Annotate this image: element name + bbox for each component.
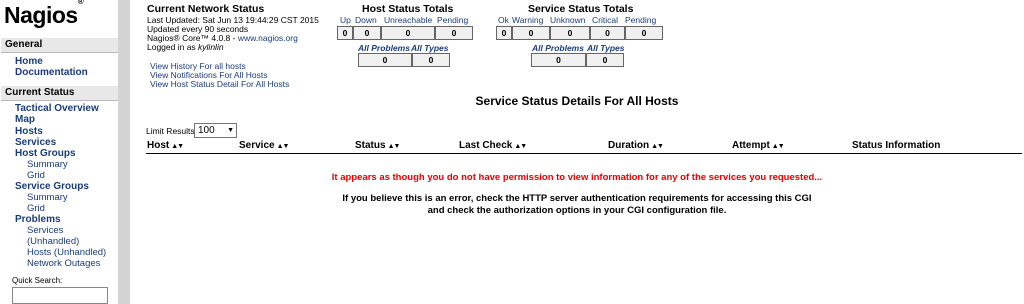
nagios-logo[interactable]: Nagios® [4, 0, 84, 29]
service-header-all-types[interactable]: All Types [587, 43, 624, 53]
nav-home[interactable]: Home [15, 56, 43, 67]
nagios-site-link[interactable]: www.nagios.org [238, 33, 298, 43]
host-header-all-types[interactable]: All Types [411, 43, 448, 53]
username: kylinlin [198, 42, 224, 52]
nav-map[interactable]: Map [15, 114, 35, 125]
sort-arrows-icon[interactable]: ▲▼ [171, 143, 184, 150]
network-status-title: Current Network Status [147, 3, 265, 15]
host-header-unreachable[interactable]: Unreachable [384, 15, 432, 25]
service-header-unknown[interactable]: Unknown [550, 15, 585, 25]
nav-service-groups-grid[interactable]: Grid [27, 203, 45, 214]
nav-host-groups-summary[interactable]: Summary [27, 159, 68, 170]
host-value-up[interactable]: 0 [337, 26, 353, 40]
main-content: Current Network Status Last Updated: Sat… [130, 0, 1024, 304]
sidebar: Nagios® General Home Documentation Curre… [0, 0, 118, 304]
error-help-line-2: and check the authorization options in y… [427, 205, 727, 216]
host-header-up[interactable]: Up [340, 15, 351, 25]
chevron-down-icon: ▼ [227, 127, 234, 134]
column-host: Host ▲▼ [147, 140, 184, 151]
sort-arrows-icon[interactable]: ▲▼ [651, 143, 664, 150]
sort-arrows-icon[interactable]: ▲▼ [772, 143, 785, 150]
column-attempt: Attempt ▲▼ [732, 140, 785, 151]
service-header-all-problems[interactable]: All Problems [532, 43, 584, 53]
nav-header-current-status: Current Status [1, 86, 118, 101]
limit-results-label: Limit Results: [146, 126, 198, 136]
nav-problems[interactable]: Problems [15, 214, 61, 225]
host-header-all-problems[interactable]: All Problems [358, 43, 410, 53]
host-value-all-types[interactable]: 0 [412, 53, 450, 67]
nav-service-groups[interactable]: Service Groups [15, 181, 89, 192]
nav-tactical-overview[interactable]: Tactical Overview [15, 103, 99, 114]
host-totals-title: Host Status Totals [362, 3, 454, 15]
host-value-unreachable[interactable]: 0 [381, 26, 435, 40]
service-header-ok[interactable]: Ok [498, 15, 509, 25]
sidebar-divider [118, 0, 130, 304]
limit-results-select[interactable]: 100 ▼ [194, 123, 237, 138]
service-value-all-problems[interactable]: 0 [531, 53, 586, 67]
nav-host-groups[interactable]: Host Groups [15, 148, 76, 159]
logged-in-info: Logged in as kylinlin [147, 42, 224, 52]
nav-services[interactable]: Services [15, 137, 56, 148]
nav-problems-network-outages[interactable]: Network Outages [27, 258, 100, 269]
nav-documentation[interactable]: Documentation [15, 67, 88, 78]
sort-arrows-icon[interactable]: ▲▼ [277, 143, 290, 150]
service-header-pending[interactable]: Pending [625, 15, 656, 25]
service-value-unknown[interactable]: 0 [550, 26, 590, 40]
service-value-pending[interactable]: 0 [625, 26, 663, 40]
host-header-down[interactable]: Down [355, 15, 377, 25]
service-value-all-types[interactable]: 0 [586, 53, 624, 67]
service-value-warning[interactable]: 0 [512, 26, 550, 40]
sort-arrows-icon[interactable]: ▲▼ [514, 143, 527, 150]
page-title: Service Status Details For All Hosts [475, 94, 679, 108]
service-totals-title: Service Status Totals [528, 3, 634, 15]
column-status: Status ▲▼ [355, 140, 401, 151]
permission-error-message: It appears as though you do not have per… [331, 172, 823, 183]
service-value-ok[interactable]: 0 [496, 26, 512, 40]
nav-host-groups-grid[interactable]: Grid [27, 170, 45, 181]
host-value-pending[interactable]: 0 [435, 26, 473, 40]
host-header-pending[interactable]: Pending [437, 15, 468, 25]
quick-search-label: Quick Search: [12, 276, 63, 285]
column-service: Service ▲▼ [239, 140, 290, 151]
host-value-down[interactable]: 0 [353, 26, 381, 40]
link-view-host-status[interactable]: View Host Status Detail For All Hosts [150, 79, 289, 89]
quick-search-input[interactable] [12, 287, 108, 304]
nav-problems-services-unhandled[interactable]: (Unhandled) [27, 236, 79, 247]
host-value-all-problems[interactable]: 0 [358, 53, 412, 67]
column-duration: Duration ▲▼ [608, 140, 664, 151]
nav-header-general: General [1, 38, 118, 53]
table-header-divider [146, 153, 1022, 154]
nav-problems-services[interactable]: Services [27, 225, 63, 236]
service-header-critical[interactable]: Critical [592, 15, 618, 25]
sort-arrows-icon[interactable]: ▲▼ [388, 143, 401, 150]
error-help-line-1: If you believe this is an error, check t… [342, 193, 812, 204]
nav-service-groups-summary[interactable]: Summary [27, 192, 68, 203]
nav-problems-hosts-unhandled[interactable]: Hosts (Unhandled) [27, 247, 106, 258]
column-last-check: Last Check ▲▼ [459, 140, 527, 151]
nav-hosts[interactable]: Hosts [15, 126, 43, 137]
service-value-critical[interactable]: 0 [590, 26, 625, 40]
column-status-information: Status Information [852, 140, 941, 151]
service-header-warning[interactable]: Warning [512, 15, 543, 25]
